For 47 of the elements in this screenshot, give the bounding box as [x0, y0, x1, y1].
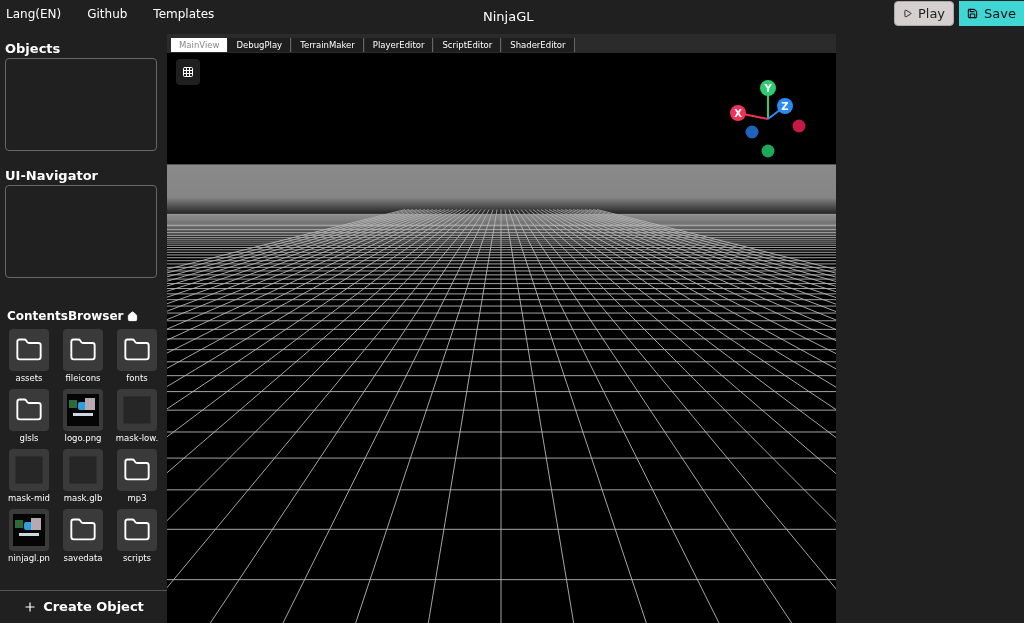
- file-name: mask-low.: [115, 432, 159, 445]
- file-name: ninjagl.pn: [8, 552, 50, 565]
- view-tab[interactable]: PlayerEditor: [364, 38, 434, 52]
- scene-viewport[interactable]: Y X Z: [167, 53, 836, 623]
- section-title: UI-Navigator: [5, 168, 99, 184]
- section-title: ContentsBrowser: [7, 308, 124, 325]
- file-name: mask.glb: [63, 492, 103, 505]
- file-name: mp3: [127, 492, 147, 505]
- save-icon: [967, 8, 979, 19]
- home-icon[interactable]: [127, 310, 139, 322]
- file-tile[interactable]: [63, 449, 103, 491]
- app-title: NinjaGL: [483, 8, 534, 26]
- file-name: logo.png: [64, 432, 102, 445]
- plus-icon: [23, 600, 38, 614]
- view-tab[interactable]: TerrainMaker: [292, 38, 364, 52]
- file-name: glsls: [19, 432, 39, 445]
- file-tile[interactable]: [9, 389, 49, 431]
- file-tile[interactable]: [117, 509, 157, 551]
- file-tile[interactable]: [63, 509, 103, 551]
- file-tile[interactable]: [9, 449, 49, 491]
- file-tile[interactable]: [117, 329, 157, 371]
- file-name: scripts: [122, 552, 152, 565]
- view-tab[interactable]: ScriptEditor: [434, 38, 502, 52]
- file-tile[interactable]: [63, 389, 103, 431]
- grid-toggle-button[interactable]: [176, 59, 200, 85]
- view-tab[interactable]: DebugPlay: [228, 38, 292, 52]
- section-title: Objects: [5, 41, 62, 57]
- file-name: assets: [15, 372, 43, 385]
- play-icon: [902, 9, 912, 18]
- menu-item[interactable]: Github: [87, 5, 128, 23]
- axis-gizmo-drawing[interactable]: Y X Z: [728, 79, 810, 159]
- file-tile[interactable]: [63, 329, 103, 371]
- file-tile[interactable]: [117, 389, 157, 431]
- file-name: fileicons: [65, 372, 101, 385]
- view-tab[interactable]: ShaderEditor: [502, 38, 575, 52]
- menu-item[interactable]: Templates: [153, 5, 215, 23]
- file-name: mask-mid: [8, 492, 50, 505]
- save-button[interactable]: Save: [959, 1, 1024, 26]
- file-name: savedata: [63, 552, 103, 565]
- file-tile[interactable]: [117, 449, 157, 491]
- file-tile[interactable]: [9, 329, 49, 371]
- file-name: fonts: [126, 372, 148, 385]
- view-tab[interactable]: MainView: [171, 38, 228, 52]
- menu-item[interactable]: Lang(EN): [6, 5, 62, 23]
- grid-icon: [182, 66, 194, 78]
- play-button[interactable]: Play: [893, 1, 955, 26]
- file-tile[interactable]: [9, 509, 49, 551]
